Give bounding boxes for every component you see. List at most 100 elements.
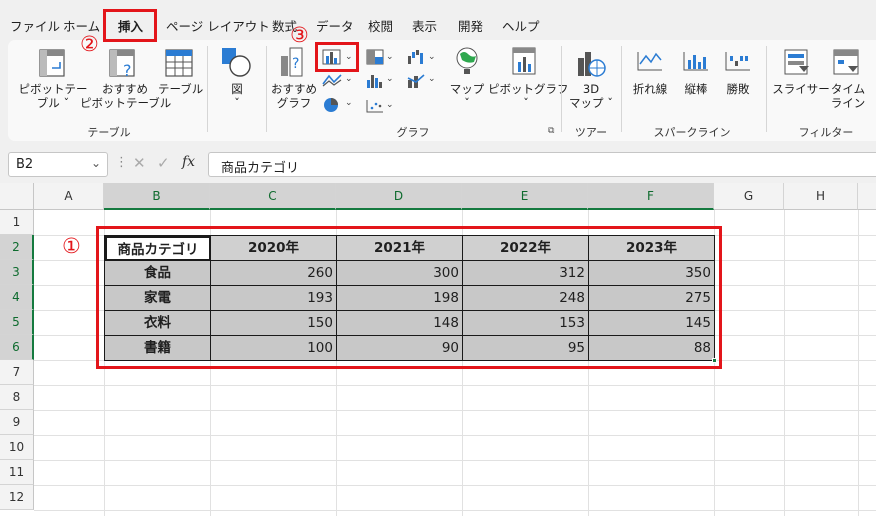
formula-controls: ⋮ ✕ ✓ fx <box>115 152 207 177</box>
dialog-launcher-icon[interactable]: ⧉ <box>548 126 554 136</box>
more-icon[interactable]: ⋮ <box>115 155 128 170</box>
ribbon-separator <box>766 46 767 132</box>
group-label-tours: ツアー <box>574 126 608 139</box>
sparkline-winloss-button[interactable]: 勝敗 <box>720 82 756 96</box>
shapes-icon <box>222 48 251 77</box>
group-label-tables: テーブル <box>87 126 131 139</box>
ribbon-separator <box>621 46 622 132</box>
maps-button[interactable]: マップ ˇ <box>448 82 486 110</box>
group-label-sparklines: スパークライン <box>653 126 731 139</box>
grid-line <box>34 410 876 411</box>
pivot-chart-button[interactable]: ピボットグラフ ˇ <box>488 82 569 110</box>
row-header-2[interactable]: 2 <box>0 235 34 260</box>
tab-help[interactable]: ヘルプ <box>502 16 540 35</box>
grid-line <box>784 210 785 516</box>
chevron-down-icon[interactable]: ⌄ <box>428 52 436 62</box>
hierarchy-chart-icon[interactable] <box>365 48 385 66</box>
grid-line <box>34 435 876 436</box>
ribbon-insert: ピボットテー ブル ˇ ? おすすめ ピボットテーブル テーブル テーブル 図 … <box>8 40 876 141</box>
highlight-data-range <box>96 226 722 369</box>
select-all-corner[interactable] <box>0 183 34 210</box>
3d-map-icon <box>578 52 606 77</box>
chevron-down-icon[interactable]: ⌄ <box>386 100 394 110</box>
row-header-6[interactable]: 6 <box>0 335 34 360</box>
sparkline-column-icon <box>683 52 708 71</box>
tab-page-layout[interactable]: ページ レイアウト <box>166 16 270 35</box>
recommended-charts-icon: ? <box>281 47 303 77</box>
column-header-b[interactable]: B <box>104 183 210 210</box>
pivot-chart-icon <box>512 47 536 75</box>
svg-text:?: ? <box>292 56 299 72</box>
row-header-7[interactable]: 7 <box>0 360 34 385</box>
grid-line <box>34 385 876 386</box>
highlight-column-chart <box>315 42 359 72</box>
name-box-value: B2 <box>16 157 34 172</box>
chevron-down-icon[interactable]: ⌄ <box>91 156 101 170</box>
ribbon-separator <box>207 46 208 132</box>
illustrations-button[interactable]: 図 ˇ <box>222 82 252 110</box>
row-header-10[interactable]: 10 <box>0 435 34 460</box>
column-header-c[interactable]: C <box>210 183 336 210</box>
recommended-charts-button[interactable]: おすすめ グラフ <box>270 82 318 110</box>
column-header-a[interactable]: A <box>34 183 104 210</box>
sparkline-line-button[interactable]: 折れ線 <box>628 82 672 96</box>
formula-input[interactable]: 商品カテゴリ <box>208 152 876 177</box>
row-header-12[interactable]: 12 <box>0 485 34 510</box>
tab-data[interactable]: データ <box>316 16 354 35</box>
column-header-h[interactable]: H <box>784 183 858 210</box>
tab-developer[interactable]: 開発 <box>458 16 483 35</box>
column-header-f[interactable]: F <box>588 183 714 210</box>
scatter-chart-icon[interactable] <box>365 98 385 114</box>
statistic-chart-icon[interactable] <box>365 72 385 90</box>
pie-chart-icon[interactable] <box>321 96 343 114</box>
column-header-g[interactable]: G <box>714 183 784 210</box>
pivot-table-button[interactable]: ピボットテー ブル ˇ <box>18 82 88 110</box>
combo-chart-icon[interactable] <box>406 72 428 90</box>
row-header-4[interactable]: 4 <box>0 285 34 310</box>
recommended-pivot-button[interactable]: おすすめ ピボットテーブル <box>80 82 171 110</box>
sparkline-column-button[interactable]: 縦棒 <box>678 82 714 96</box>
chevron-down-icon[interactable]: ⌄ <box>386 52 394 62</box>
svg-text:?: ? <box>123 61 132 80</box>
timeline-button[interactable]: タイム ライン <box>828 82 868 110</box>
row-header-3[interactable]: 3 <box>0 260 34 285</box>
slicer-button[interactable]: スライサー <box>772 82 830 96</box>
chevron-down-icon[interactable]: ⌄ <box>345 74 353 84</box>
column-header-e[interactable]: E <box>462 183 588 210</box>
grid-line <box>34 460 876 461</box>
ribbon-separator <box>561 46 562 132</box>
timeline-icon <box>833 49 859 75</box>
grid-line <box>34 485 876 486</box>
ribbon-separator <box>266 46 267 132</box>
formula-bar: B2 ⌄ ⋮ ✕ ✓ fx 商品カテゴリ <box>0 148 876 180</box>
row-header-1[interactable]: 1 <box>0 210 34 235</box>
recommended-pivot-icon: ? <box>109 49 135 80</box>
excel-window: { "menu": { "tabs": ["ファイル","ホーム","挿入","… <box>0 0 876 516</box>
enter-icon[interactable]: ✓ <box>157 154 170 172</box>
tab-view[interactable]: 表示 <box>412 16 437 35</box>
column-header-next[interactable] <box>858 183 876 210</box>
cancel-icon[interactable]: ✕ <box>133 154 146 172</box>
row-header-11[interactable]: 11 <box>0 460 34 485</box>
row-header-5[interactable]: 5 <box>0 310 34 335</box>
name-box[interactable]: B2 ⌄ <box>8 152 108 177</box>
insert-function-icon[interactable]: fx <box>182 154 195 170</box>
tab-file[interactable]: ファイル <box>10 16 60 35</box>
3d-map-button[interactable]: 3D マップ ˇ <box>568 82 614 110</box>
table-button[interactable]: テーブル <box>158 82 203 96</box>
annotation-one: ① <box>62 234 81 258</box>
waterfall-chart-icon[interactable] <box>406 48 428 66</box>
chevron-down-icon[interactable]: ⌄ <box>428 74 436 84</box>
group-label-filters: フィルター <box>798 126 854 139</box>
chevron-down-icon[interactable]: ⌄ <box>345 98 353 108</box>
annotation-two: ② <box>80 32 99 56</box>
sparkline-line-icon <box>637 52 662 71</box>
tab-review[interactable]: 校閲 <box>368 16 393 35</box>
annotation-three: ③ <box>290 23 309 47</box>
pivot-table-icon <box>39 49 65 77</box>
chevron-down-icon[interactable]: ⌄ <box>386 74 394 84</box>
row-header-9[interactable]: 9 <box>0 410 34 435</box>
row-header-8[interactable]: 8 <box>0 385 34 410</box>
line-chart-icon[interactable] <box>321 72 343 88</box>
column-header-d[interactable]: D <box>336 183 462 210</box>
